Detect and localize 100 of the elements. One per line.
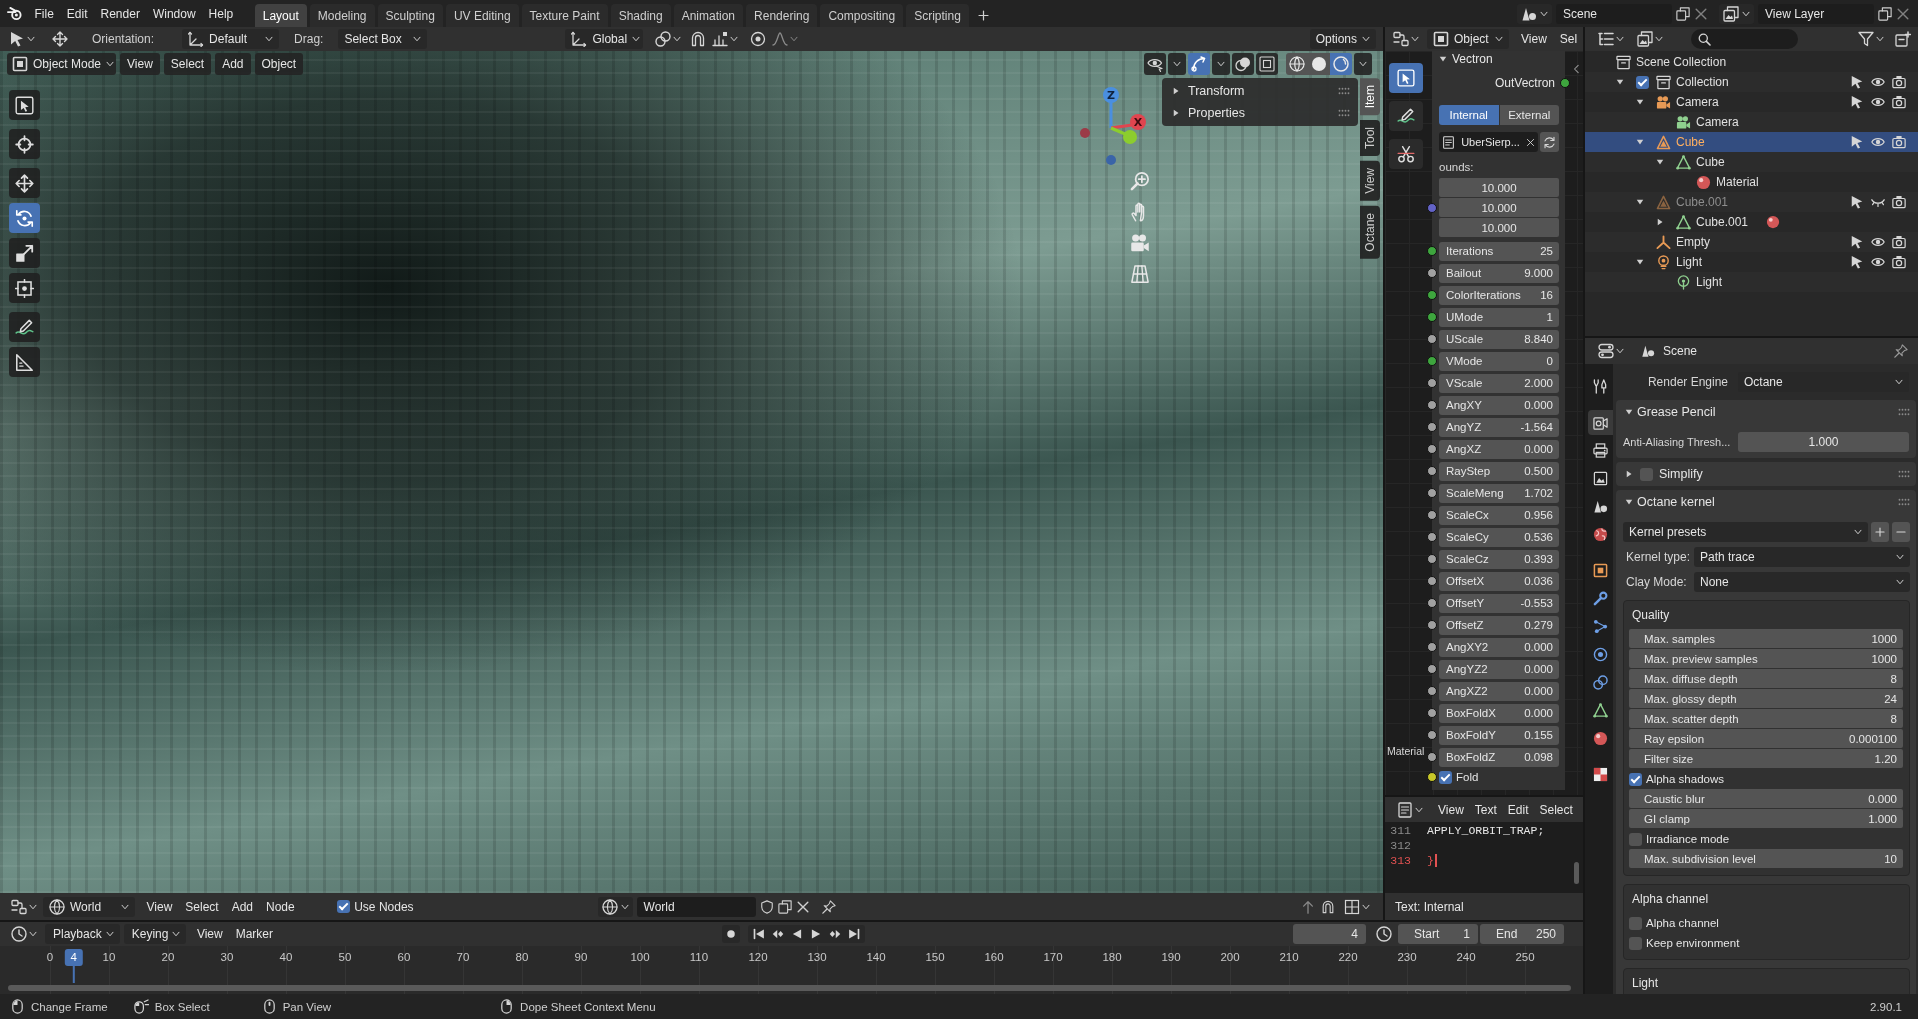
copy-icon[interactable]	[1878, 6, 1892, 21]
zoom-icon[interactable]	[1130, 171, 1150, 191]
tool-button[interactable]	[1389, 101, 1423, 131]
panel-header[interactable]: Properties	[1162, 102, 1358, 124]
menu-item[interactable]: View	[1516, 29, 1552, 49]
tool-button[interactable]	[9, 90, 40, 120]
workspace-tab[interactable]: Modeling	[309, 4, 375, 27]
menu-item[interactable]: View	[120, 53, 160, 75]
socket-icon[interactable]	[1427, 772, 1437, 782]
number-field[interactable]: VScale 2.000	[1439, 373, 1559, 393]
number-field[interactable]: ScaleCz 0.393	[1439, 549, 1559, 569]
dropdown-button[interactable]	[1212, 53, 1230, 75]
menu-item[interactable]: Node	[259, 896, 302, 917]
pointer-icon[interactable]	[1850, 75, 1864, 89]
presets-dropdown[interactable]: Kernel presets	[1623, 522, 1868, 542]
copy-icon[interactable]	[777, 899, 792, 914]
play-icon[interactable]	[809, 928, 822, 940]
kernel-type-dropdown[interactable]: Path trace	[1694, 547, 1910, 567]
number-field[interactable]: 10.000	[1439, 218, 1559, 237]
pointer-icon[interactable]	[1850, 235, 1864, 249]
plus-icon[interactable]	[977, 10, 989, 21]
number-field[interactable]: AngYZ2 0.000	[1439, 659, 1559, 679]
number-field[interactable]: Bailout 9.000	[1439, 263, 1559, 283]
expanded-triangle-icon[interactable]	[1636, 258, 1644, 266]
socket-icon[interactable]	[1427, 466, 1437, 476]
panel-header[interactable]: Grease Pencil	[1616, 400, 1916, 424]
checkbox[interactable]	[1640, 467, 1653, 481]
subpanel-header[interactable]: Light	[1629, 969, 1903, 994]
menu-item[interactable]: Playback	[45, 924, 120, 944]
socket-icon[interactable]	[1427, 752, 1437, 762]
camera-icon[interactable]	[1892, 135, 1906, 149]
magnet-icon[interactable]	[1321, 899, 1335, 914]
tool-button[interactable]	[1389, 139, 1423, 169]
dropdown-button[interactable]	[1354, 53, 1372, 75]
socket-icon[interactable]	[1427, 598, 1437, 608]
search-field[interactable]	[1691, 29, 1798, 49]
remove-preset-button[interactable]	[1892, 522, 1910, 542]
drag-dropdown[interactable]: Select Box	[338, 29, 428, 49]
collapsed-triangle-icon[interactable]	[1656, 218, 1664, 226]
shading-button[interactable]	[1308, 53, 1330, 75]
checkbox-label[interactable]: Irradiance mode	[1646, 833, 1730, 845]
outliner-item[interactable]: Camera	[1585, 112, 1918, 132]
menu-item[interactable]: View	[190, 924, 230, 944]
render-engine-dropdown[interactable]: Octane	[1738, 372, 1909, 392]
camera-icon[interactable]	[1892, 195, 1906, 209]
checkbox-label[interactable]: Alpha channel	[1646, 917, 1719, 929]
menu-item[interactable]: Select	[163, 53, 212, 75]
checkbox[interactable]	[1629, 936, 1642, 950]
workspace-tab[interactable]: Animation	[673, 4, 744, 27]
number-field[interactable]: 10.000	[1439, 198, 1559, 217]
number-field[interactable]: AngXY 0.000	[1439, 395, 1559, 415]
toggle-button[interactable]: Internal	[1439, 105, 1499, 125]
tool-button[interactable]	[9, 203, 40, 233]
overlays-toggle[interactable]	[1232, 53, 1254, 75]
workspace-tab[interactable]: Texture Paint	[521, 4, 608, 27]
panel-header[interactable]: Transform	[1162, 80, 1358, 102]
socket-icon[interactable]	[1427, 290, 1437, 300]
material-sphere-icon[interactable]	[1766, 215, 1781, 229]
grip-icon[interactable]	[1338, 107, 1350, 119]
number-field[interactable]: OffsetY -0.553	[1439, 593, 1559, 613]
scrollbar[interactable]	[1574, 862, 1579, 884]
transform-orientation-dropdown[interactable]: Global	[565, 29, 644, 49]
pointer-icon[interactable]	[1850, 195, 1864, 209]
number-field[interactable]: ScaleCy 0.536	[1439, 527, 1559, 547]
sidebar-tab[interactable]: Item	[1360, 78, 1380, 116]
checkbox-label[interactable]: Use Nodes	[354, 899, 414, 914]
number-field[interactable]: Filter size 1.20	[1629, 749, 1903, 768]
outliner-item[interactable]: Cube	[1585, 132, 1918, 152]
socket-icon[interactable]	[1427, 488, 1437, 498]
grip-icon[interactable]	[1898, 496, 1910, 508]
eye-icon[interactable]	[1871, 255, 1885, 269]
camera-icon[interactable]	[1892, 95, 1906, 109]
number-field[interactable]: Max. samples 1000	[1629, 629, 1903, 648]
pin-icon[interactable]	[1894, 344, 1908, 358]
x-axis-handle[interactable]: X	[1110, 114, 1146, 130]
gizmo-toggle[interactable]	[1188, 53, 1210, 75]
number-field[interactable]: ScaleMeng 1.702	[1439, 483, 1559, 503]
number-field[interactable]: VMode 0	[1439, 351, 1559, 371]
socket-icon[interactable]	[1427, 730, 1437, 740]
pin-icon[interactable]	[821, 899, 836, 914]
outliner-item[interactable]: Cube.001	[1585, 192, 1918, 212]
node-canvas[interactable]	[1385, 51, 1583, 795]
checkbox[interactable]	[337, 900, 351, 913]
view-layer-name-field[interactable]: View Layer	[1758, 3, 1874, 24]
socket-icon[interactable]	[1427, 246, 1437, 256]
workspace-tab[interactable]: Layout	[254, 4, 307, 27]
sidebar-tab[interactable]: View	[1360, 161, 1380, 202]
expanded-triangle-icon[interactable]	[1656, 158, 1664, 166]
close-icon[interactable]	[795, 899, 810, 914]
tool-button[interactable]	[9, 347, 40, 377]
world-name-field[interactable]: World	[636, 896, 756, 917]
subpanel-header[interactable]: Alpha channel	[1629, 885, 1903, 913]
number-field[interactable]: Max. scatter depth 8	[1629, 709, 1903, 728]
socket-icon[interactable]	[1427, 356, 1437, 366]
camera-icon[interactable]	[1892, 75, 1906, 89]
number-field[interactable]: Max. subdivision level 10	[1629, 849, 1903, 868]
menu-item[interactable]: Keying	[123, 924, 187, 944]
scene-browse-button[interactable]	[1517, 3, 1552, 24]
editor-type-button[interactable]	[8, 924, 40, 944]
sidebar-tab[interactable]: Tool	[1360, 120, 1380, 157]
